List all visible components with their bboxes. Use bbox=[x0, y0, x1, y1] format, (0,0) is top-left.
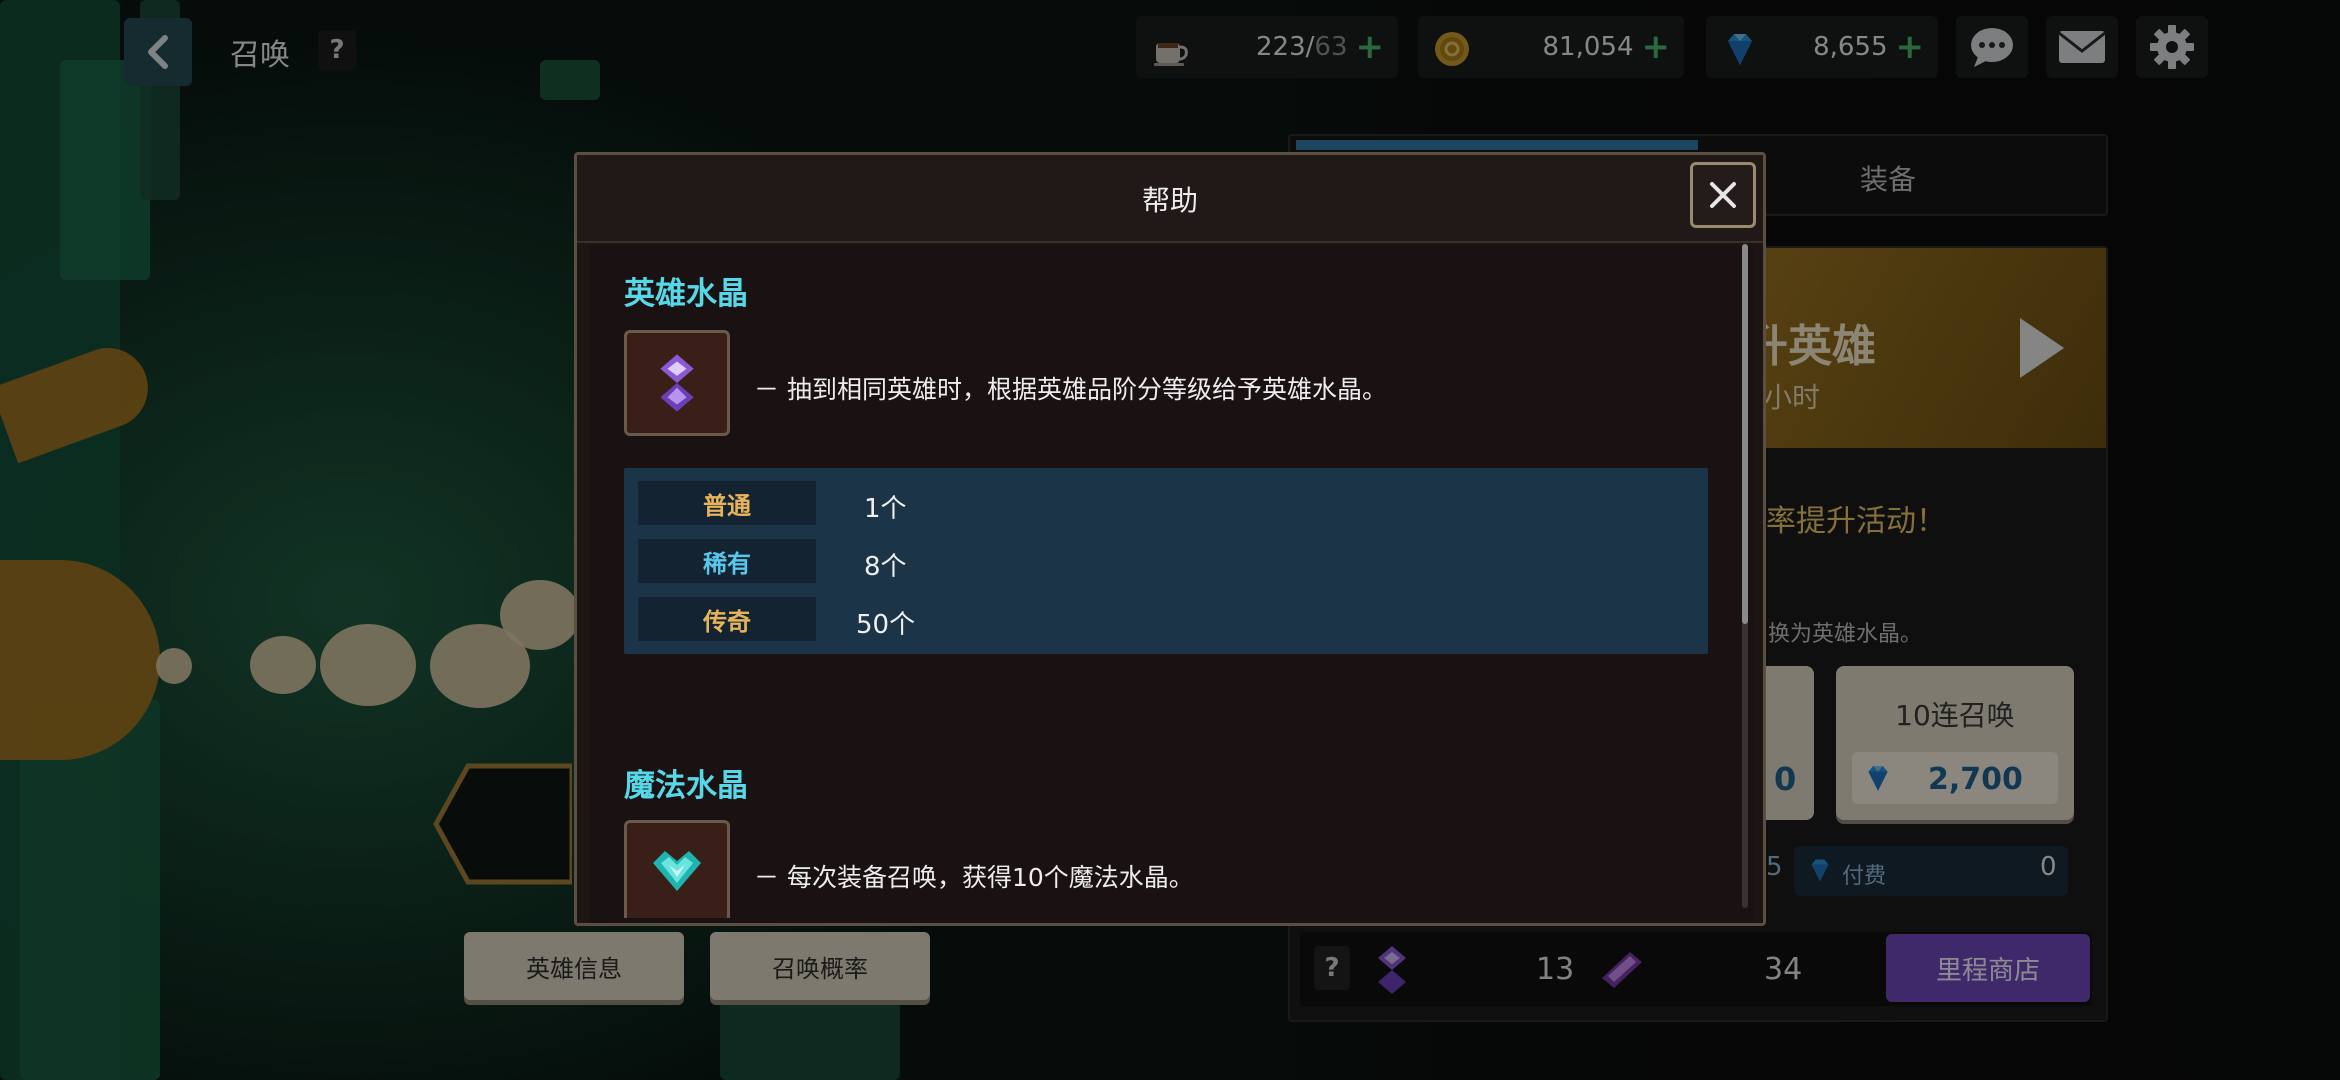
modal-header: 帮助 bbox=[577, 155, 1763, 243]
grade-label-legend: 传奇 bbox=[638, 597, 816, 641]
magic-crystal-title: 魔法水晶 bbox=[624, 768, 748, 804]
hero-crystal-title: 英雄水晶 bbox=[624, 276, 748, 312]
grade-common-text: 普通 bbox=[703, 491, 751, 520]
scrollbar-thumb[interactable] bbox=[1742, 244, 1748, 624]
grade-rare-text: 稀有 bbox=[703, 549, 751, 578]
hero-crystal-icon bbox=[660, 354, 694, 412]
magic-crystal-icon bbox=[653, 850, 701, 891]
hero-crystal-description: － 抽到相同英雄时，根据英雄品阶分等级给予英雄水晶。 bbox=[754, 375, 1387, 404]
modal-title: 帮助 bbox=[1141, 184, 1198, 217]
grade-common-value: 1个 bbox=[864, 494, 907, 524]
grade-legend-value: 50个 bbox=[856, 610, 916, 640]
hero-crystal-icon-box bbox=[624, 330, 730, 436]
grade-rare-value: 8个 bbox=[864, 552, 907, 582]
close-button[interactable] bbox=[1690, 162, 1756, 228]
grade-legend-text: 传奇 bbox=[703, 607, 751, 636]
grade-label-common: 普通 bbox=[638, 481, 816, 525]
magic-crystal-icon-box bbox=[624, 820, 730, 918]
magic-crystal-description: － 每次装备召唤，获得10个魔法水晶。 bbox=[754, 863, 1194, 892]
grade-label-rare: 稀有 bbox=[638, 539, 816, 583]
close-icon bbox=[1710, 182, 1736, 208]
